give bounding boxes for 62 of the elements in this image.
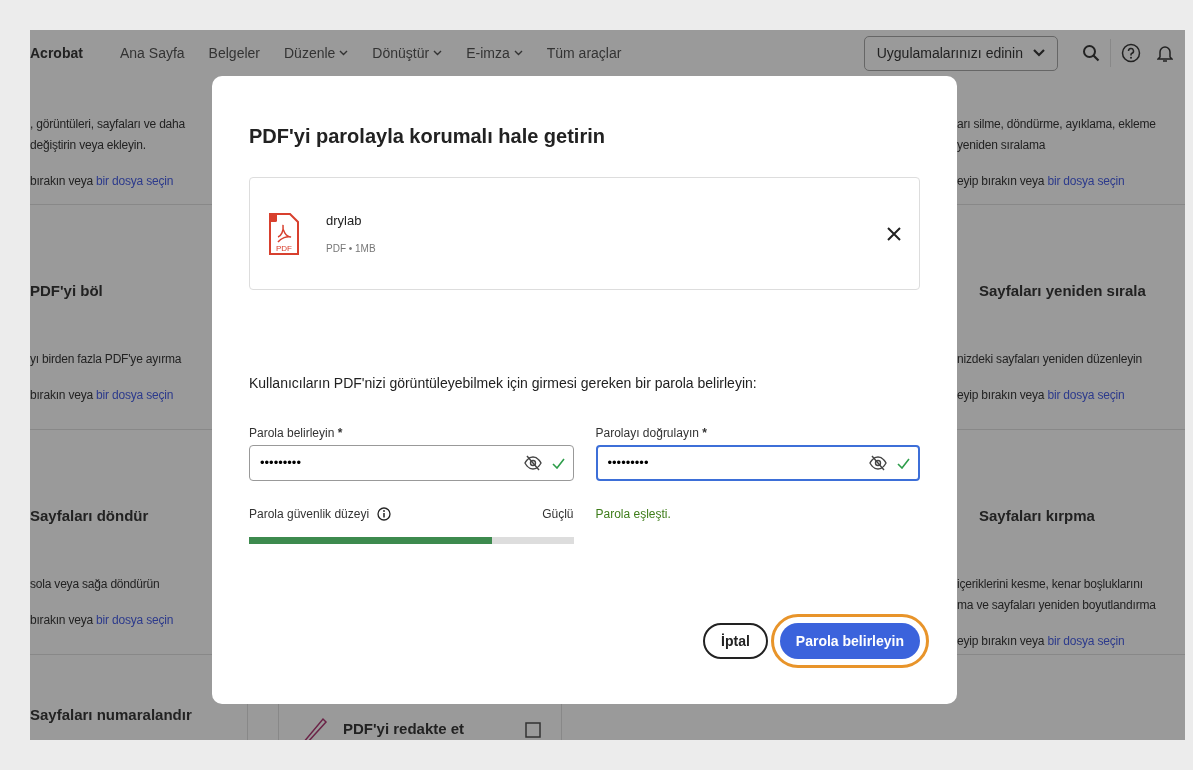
pdf-file-icon (268, 211, 300, 256)
password-input[interactable]: ••••••••• (258, 452, 514, 474)
tool-title: PDF'yi redakte et (343, 719, 465, 740)
field-label: Parola belirleyin * (249, 425, 344, 442)
drop-hint: eyip bırakın veya (957, 174, 1046, 188)
tool-description: nizdeki sayfaları yeniden düzenleyin (957, 350, 1143, 368)
nav-link[interactable]: Ana Sayfa (120, 42, 185, 64)
nav-link[interactable]: Belgeler (208, 42, 260, 64)
apps-dropdown[interactable]: Uygulamalarınızı edinin (863, 35, 1058, 71)
chevron-down-icon (1033, 49, 1045, 57)
file-link[interactable]: bir dosya seçin (1047, 387, 1125, 402)
strength-label: Parola güvenlik düzeyi (249, 506, 370, 523)
file-meta: PDF • 1MB (326, 241, 377, 256)
check-icon (897, 457, 910, 469)
file-link[interactable]: bir dosya seçin (96, 387, 174, 402)
info-icon (377, 507, 392, 521)
tool-title: PDF'yi böl (30, 281, 104, 301)
password-input[interactable]: ••••••••• (605, 452, 859, 474)
password-field[interactable]: ••••••••• (595, 445, 920, 481)
tool-title: Sayfaları numaralandır (30, 705, 193, 725)
tool-description: içeriklerini kesme, kenar boşluklarını ma ve sayfaları yeniden boyutlandırma (957, 575, 1157, 614)
file-link[interactable]: bir dosya seçin (96, 174, 174, 188)
tool-title: Sayfaları kırpma (978, 506, 1096, 526)
password-field[interactable]: ••••••••• (249, 445, 574, 481)
chevron-down-icon (513, 50, 523, 56)
brand-name: Acrobat (30, 43, 84, 63)
file-link[interactable]: bir dosya seçin (1047, 174, 1125, 188)
instruction-text: Kullanıcıların PDF'nizi görüntüleyebilmek için girmesi gereken bir parola belirleyin: (249, 374, 758, 393)
close-icon[interactable] (887, 226, 901, 241)
match-message: Parola eşleşti. (595, 506, 672, 523)
chevron-down-icon (433, 50, 443, 56)
icon-label: PDF (275, 243, 293, 253)
nav-link[interactable]: Dönüştür (372, 42, 443, 64)
tool-description: , görüntüleri, sayfaları ve daha değiştirin veya ekleyin. (30, 116, 187, 154)
tool-description: sola veya sağa döndürün (30, 575, 161, 593)
file-link[interactable]: bir dosya seçin (1047, 633, 1125, 648)
nav-link[interactable]: E-imza (466, 42, 523, 64)
tool-title: Sayfaları döndür (30, 506, 150, 526)
tool-title: Sayfaları yeniden sırala (978, 281, 1147, 301)
nav-link[interactable]: Düzenle (284, 42, 349, 64)
drop-hint: eyip bırakın veya (957, 633, 1046, 648)
tool-description: yı birden fazla PDF'ye ayırma (30, 350, 183, 368)
check-icon (551, 457, 565, 469)
eye-slash-icon[interactable] (869, 455, 887, 471)
search-icon[interactable] (1082, 44, 1100, 62)
bell-icon[interactable] (1157, 43, 1173, 63)
field-label: Parolayı doğrulayın * (595, 425, 708, 442)
file-link[interactable]: bir dosya seçin (96, 612, 174, 627)
eye-slash-icon[interactable] (523, 455, 542, 471)
square-icon (525, 721, 541, 738)
drop-hint: bırakın veya (30, 387, 94, 402)
drop-hint: eyip bırakın veya (957, 387, 1046, 402)
drop-hint: bırakın veya (30, 612, 94, 627)
help-icon[interactable] (1121, 43, 1141, 63)
cancel-button[interactable]: İptal (703, 623, 768, 659)
dialog-title: PDF'yi parolayla korumalı hale getirin (249, 124, 606, 149)
nav-link[interactable]: Tüm araçlar (546, 42, 622, 64)
chevron-down-icon (339, 50, 349, 56)
tool-description: arı silme, döndürme, ayıklama, ekleme yeniden sıralama (957, 116, 1157, 154)
strength-rating: Güçlü (542, 506, 574, 523)
file-name: drylab (326, 212, 363, 231)
drop-hint: bırakın veya (30, 174, 94, 188)
